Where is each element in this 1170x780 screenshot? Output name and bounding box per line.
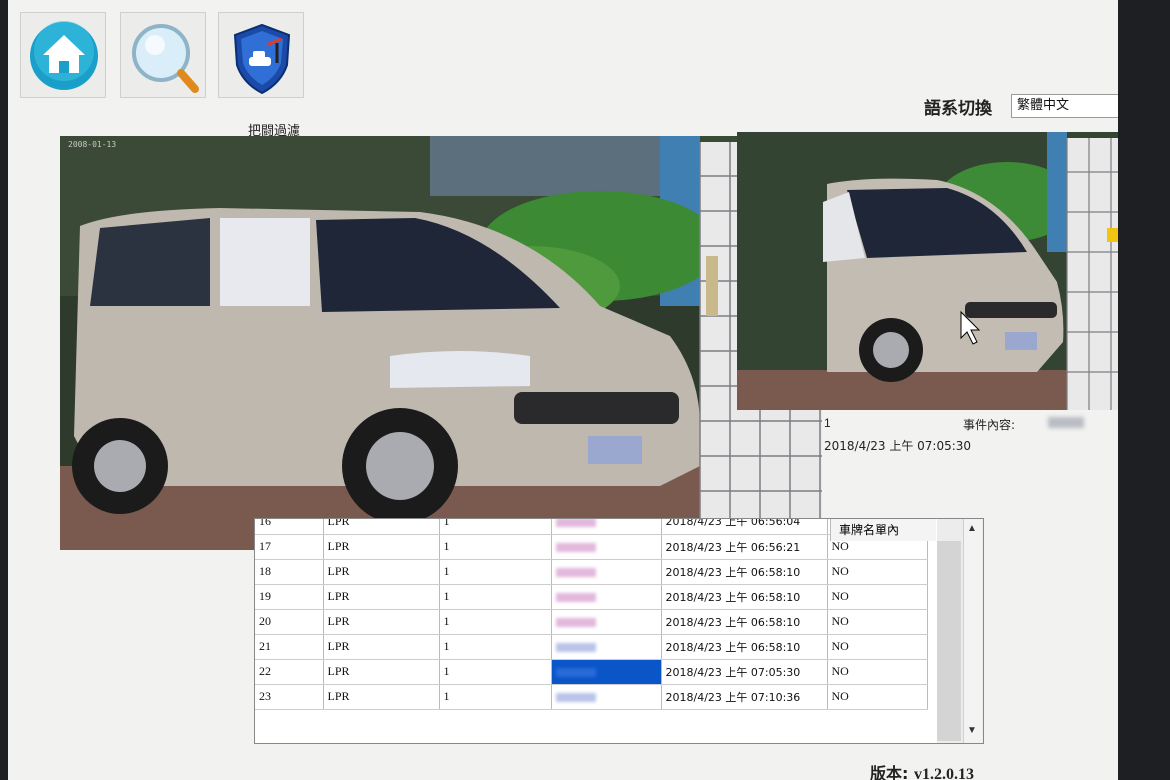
- channel-cell: 1: [439, 609, 552, 635]
- column-header-in-list[interactable]: 車牌名單內: [830, 519, 936, 541]
- plate-cell: [551, 634, 662, 660]
- in-list-cell: NO: [827, 684, 928, 710]
- table-row[interactable]: 19 LPR 1 2018/4/23 上午 06:58:10 NO: [255, 584, 928, 610]
- channel-cell: 1: [439, 684, 552, 710]
- table-row[interactable]: 22 LPR 1 2018/4/23 上午 07:05:30 NO: [255, 659, 928, 685]
- event-content-value: [1048, 417, 1084, 428]
- time-cell: 2018/4/23 上午 06:58:10: [661, 584, 828, 610]
- preview-capture-image: [737, 132, 1118, 410]
- in-list-cell: NO: [827, 634, 928, 660]
- table-scrollbar[interactable]: ▲ ▼: [937, 519, 983, 743]
- row-number-cell: 23: [255, 684, 324, 710]
- channel-cell: 1: [439, 659, 552, 685]
- version-value: v1.2.0.13: [913, 766, 974, 780]
- event-type-cell: LPR: [323, 559, 440, 585]
- time-cell: 2018/4/23 上午 06:58:10: [661, 609, 828, 635]
- in-list-cell: NO: [827, 584, 928, 610]
- scrollbar-track[interactable]: [963, 519, 982, 743]
- event-content-label: 事件內容:: [963, 418, 1016, 432]
- home-icon: [30, 21, 98, 90]
- plate-redacted: [555, 592, 596, 602]
- plate-cell: [551, 534, 662, 560]
- time-cell: 2018/4/23 上午 07:10:36: [661, 684, 828, 710]
- channel-cell: 1: [439, 559, 552, 585]
- scroll-up-icon[interactable]: ▲: [965, 523, 979, 534]
- plate-cell: [551, 584, 662, 610]
- table-row[interactable]: 23 LPR 1 2018/4/23 上午 07:10:36 NO: [255, 684, 928, 710]
- scrollbar-thumb[interactable]: [937, 541, 961, 741]
- time-cell: 2018/4/23 上午 06:56:04: [661, 519, 828, 535]
- plate-redacted: [555, 519, 596, 527]
- language-label: 語系切換: [924, 99, 992, 119]
- magnifier-icon: [132, 24, 199, 93]
- plate-redacted: [555, 542, 596, 552]
- shield-car-icon: [233, 23, 291, 95]
- table-row[interactable]: 21 LPR 1 2018/4/23 上午 06:58:10 NO: [255, 634, 928, 660]
- table-row[interactable]: 16LPR12018/4/23 上午 06:56:04NO: [255, 519, 928, 535]
- row-number-cell: 20: [255, 609, 324, 635]
- event-time: 2018/4/23 上午 07:05:30: [824, 439, 972, 453]
- plate-cell: [551, 559, 662, 585]
- row-number-cell: 21: [255, 634, 324, 660]
- plate-redacted: [555, 617, 596, 627]
- row-number-cell: 17: [255, 534, 324, 560]
- table-row[interactable]: 18 LPR 1 2018/4/23 上午 06:58:10 NO: [255, 559, 928, 585]
- language-selected: 繁體中文: [1017, 98, 1070, 113]
- event-number: 1: [824, 416, 831, 430]
- event-type-cell: LPR: [323, 659, 440, 685]
- plate-cell: [551, 609, 662, 635]
- channel-cell: 1: [439, 584, 552, 610]
- in-list-cell: NO: [827, 659, 928, 685]
- plate-cell: [551, 684, 662, 710]
- row-number-cell: 19: [255, 584, 324, 610]
- events-table[interactable]: 16LPR12018/4/23 上午 06:56:04NO17LPR12018/…: [254, 518, 984, 744]
- time-cell: 2018/4/23 上午 06:58:10: [661, 634, 828, 660]
- channel-cell: 1: [439, 634, 552, 660]
- row-number-cell: 18: [255, 559, 324, 585]
- event-type-cell: LPR: [323, 609, 440, 635]
- main-capture-image: 2008-01-13: [60, 136, 822, 550]
- event-type-cell: LPR: [323, 634, 440, 660]
- version-text: 版本: v1.2.0.13: [870, 760, 974, 780]
- table-row[interactable]: 17 LPR 1 2018/4/23 上午 06:56:21 NO: [255, 534, 928, 560]
- time-cell: 2018/4/23 上午 06:58:10: [661, 559, 828, 585]
- row-number-cell: 16: [255, 519, 324, 535]
- table-row[interactable]: 20 LPR 1 2018/4/23 上午 06:58:10 NO: [255, 609, 928, 635]
- app-window: 把闘過濾 ✕ 語系切換 繁體中文 ⌄: [8, 0, 1118, 780]
- event-type-cell: LPR: [323, 584, 440, 610]
- search-button[interactable]: [120, 12, 206, 98]
- filter-button[interactable]: [218, 12, 304, 98]
- language-select[interactable]: 繁體中文 ⌄: [1011, 94, 1118, 118]
- event-type-cell: LPR: [323, 519, 440, 535]
- scroll-down-icon[interactable]: ▼: [965, 725, 979, 736]
- plate-cell: [551, 659, 662, 685]
- plate-redacted: [555, 567, 596, 577]
- home-button[interactable]: [20, 12, 106, 98]
- plate-redacted: [555, 692, 596, 702]
- plate-redacted: [555, 642, 596, 652]
- row-number-cell: 22: [255, 659, 324, 685]
- version-label: 版本:: [870, 764, 909, 780]
- time-cell: 2018/4/23 上午 07:05:30: [661, 659, 828, 685]
- plate-redacted: [555, 667, 596, 677]
- event-type-cell: LPR: [323, 534, 440, 560]
- in-list-cell: NO: [827, 559, 928, 585]
- channel-cell: 1: [439, 534, 552, 560]
- photo-timestamp: 2008-01-13: [68, 140, 117, 149]
- event-type-cell: LPR: [323, 684, 440, 710]
- time-cell: 2018/4/23 上午 06:56:21: [661, 534, 828, 560]
- in-list-cell: NO: [827, 609, 928, 635]
- channel-cell: 1: [439, 519, 552, 535]
- plate-cell: [551, 519, 662, 535]
